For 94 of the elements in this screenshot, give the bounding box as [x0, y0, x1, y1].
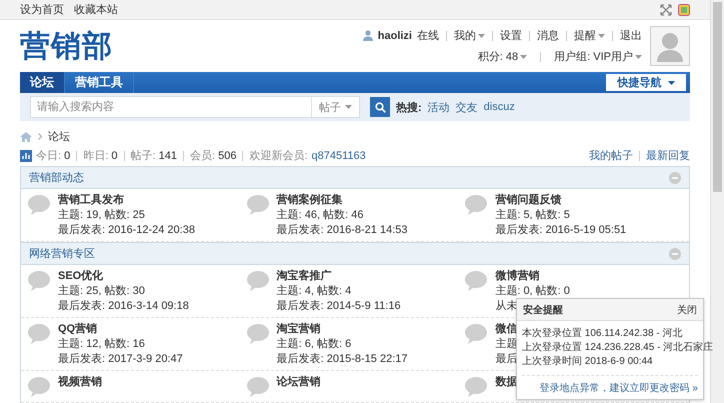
forum-name[interactable]: 微博营销 — [495, 270, 540, 283]
caret-icon — [520, 54, 528, 59]
forum-name[interactable]: 论坛营销 — [276, 376, 321, 389]
forum-name[interactable]: 营销案例征集 — [276, 194, 343, 207]
change-password-link[interactable]: 登录地点异常，建议立即更改密码 » — [522, 375, 698, 395]
caret-icon — [478, 34, 485, 38]
search-button[interactable] — [370, 97, 390, 118]
user-menu-link[interactable]: 我的 — [454, 28, 485, 44]
home-icon[interactable] — [20, 132, 32, 142]
speech-bubble-icon — [464, 270, 488, 292]
forum-stats: 主题: 19, 帖数: 25 — [58, 209, 145, 222]
forum-name[interactable]: 淘宝营销 — [276, 323, 321, 336]
avatar[interactable] — [650, 26, 690, 66]
last-post-time: 最后发表: 2015-8-15 22:17 — [276, 353, 408, 366]
stat-text: 今日: 0 — [36, 149, 70, 163]
hot-search-link[interactable]: discuz — [484, 101, 515, 114]
speech-bubble-icon — [246, 194, 270, 216]
forum-stats: 主题: 25, 帖数: 30 — [58, 285, 145, 298]
forum-name[interactable]: 营销问题反馈 — [495, 194, 562, 207]
speech-bubble-icon — [27, 194, 51, 216]
last-post-time: 最后发表: 2016-3-14 09:18 — [58, 300, 189, 313]
stat-text: 昨日: 0 — [83, 149, 118, 163]
speech-bubble-icon — [464, 323, 488, 345]
post-filter-link[interactable]: 最新回复 — [646, 148, 690, 163]
caret-icon — [668, 80, 674, 85]
user-info-link[interactable]: 积分: 48 — [478, 49, 528, 64]
last-post-time: 最后发表: 2016-5-19 05:51 — [495, 224, 626, 237]
forum-stats: 主题: 46, 帖数: 46 — [276, 209, 364, 222]
forum-stats: 主题: 4, 帖数: 4 — [276, 285, 352, 298]
speech-bubble-icon — [464, 194, 488, 216]
collapse-toggle-icon[interactable] — [669, 172, 681, 184]
breadcrumb-item[interactable]: 论坛 — [48, 129, 70, 144]
forum-name[interactable]: 淘宝客推广 — [276, 270, 332, 283]
chevron-right-icon — [38, 133, 42, 140]
search-icon — [374, 102, 386, 113]
username[interactable]: haolizi — [378, 30, 412, 42]
forum-stats: 主题: 0, 帖数: 0 — [495, 285, 570, 298]
nav-tab[interactable]: 论坛 — [20, 72, 65, 94]
user-info-link[interactable]: 用户组: VIP用户 — [554, 49, 642, 64]
last-post-time: 最后发表: 2017-3-9 20:47 — [58, 353, 183, 366]
stat-text: 帖子: 141 — [130, 149, 177, 163]
caret-icon — [345, 105, 352, 110]
hot-search-link[interactable]: 活动 — [428, 100, 450, 115]
quick-nav-button[interactable]: 快捷导航 — [606, 74, 686, 92]
welcome-text: 欢迎新会员: — [249, 148, 308, 163]
hot-search-label: 热搜: — [396, 100, 422, 115]
popup-title: 安全提醒 — [523, 303, 563, 316]
search-field[interactable]: 请输入搜索内容 帖子 — [30, 96, 360, 118]
last-post-time: 从未 — [495, 300, 518, 313]
login-info-text: 上次登录时间 2018-6-9 00:44 — [522, 355, 653, 368]
forum-name[interactable]: 营销工具发布 — [58, 194, 124, 207]
last-post-time: 最后 — [495, 353, 518, 366]
speech-bubble-icon — [464, 376, 488, 398]
online-status: 在线 — [417, 29, 439, 44]
caret-icon — [635, 54, 642, 59]
last-post-time: 最后发表: 2016-12-24 20:38 — [58, 224, 195, 237]
user-menu-link[interactable]: 退出 — [620, 28, 642, 44]
fullscreen-icon[interactable] — [660, 4, 672, 16]
last-post-time: 最后发表: 2016-8-21 14:53 — [276, 224, 408, 237]
user-menu-link[interactable]: 提醒 — [574, 28, 605, 44]
speech-bubble-icon — [246, 323, 270, 345]
collapse-toggle-icon[interactable] — [669, 248, 681, 260]
forum-name[interactable]: 视频营销 — [58, 376, 102, 389]
close-link[interactable]: 关闭 — [677, 302, 697, 316]
login-info-text: 上次登录位置 124.236.228.45 - 河北石家庄 — [522, 341, 714, 354]
speech-bubble-icon — [246, 270, 270, 292]
post-filter-link[interactable]: 我的帖子 — [589, 148, 633, 163]
forum-stats: 主题 — [495, 338, 518, 351]
user-menu-link[interactable]: 设置 — [500, 28, 522, 44]
section-title[interactable]: 营销部动态 — [29, 170, 84, 185]
site-logo[interactable]: 营销部 — [20, 26, 113, 67]
forum-name[interactable]: SEO优化 — [58, 270, 104, 283]
user-menu-link[interactable]: 消息 — [537, 28, 559, 44]
user-silhouette-icon — [655, 30, 685, 62]
speech-bubble-icon — [27, 270, 51, 292]
new-member-link[interactable]: q87451163 — [312, 150, 366, 162]
login-info-text: 本次登录位置 106.114.242.38 - 河北 — [522, 327, 682, 340]
speech-bubble-icon — [246, 376, 270, 398]
bar-chart-icon — [20, 150, 32, 162]
speech-bubble-icon — [27, 376, 51, 398]
stat-text: 会员: 506 — [190, 149, 236, 163]
section-title[interactable]: 网络营销专区 — [29, 246, 95, 261]
speech-bubble-icon — [27, 323, 51, 345]
forum-stats: 主题: 12, 帖数: 16 — [58, 338, 145, 351]
top-link[interactable]: 设为首页 — [20, 2, 64, 18]
palette-icon[interactable] — [678, 4, 690, 16]
hot-search-link[interactable]: 交友 — [456, 100, 478, 115]
forum-name[interactable]: QQ营销 — [58, 323, 98, 336]
user-icon — [362, 30, 373, 42]
last-post-time: 最后发表: 2014-5-9 11:16 — [276, 300, 401, 313]
forum-stats: 主题: 5, 帖数: 5 — [495, 209, 570, 222]
forum-stats: 主题: 6, 帖数: 6 — [276, 338, 352, 351]
caret-icon — [598, 34, 605, 38]
top-link[interactable]: 收藏本站 — [74, 2, 118, 18]
